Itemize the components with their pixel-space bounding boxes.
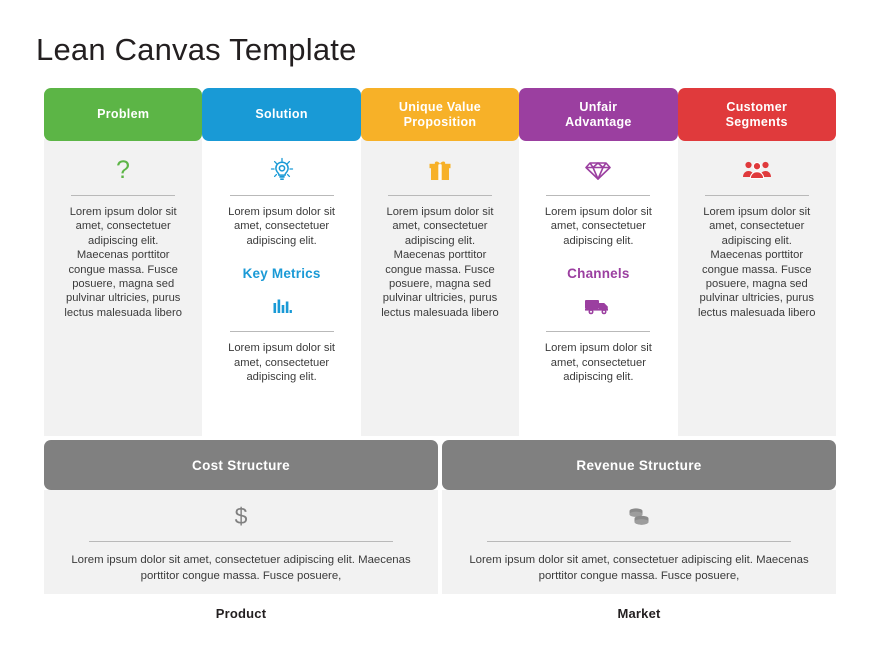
delivery-truck-icon [584,291,612,321]
canvas-bottom-row: Cost Structure $ Lorem ipsum dolor sit a… [44,440,836,594]
section-divider [546,331,651,333]
section-body-revenue-structure: Lorem ipsum dolor sit amet, consectetuer… [442,490,836,594]
column-header-problem-label: Problem [97,107,150,122]
page-title: Lean Canvas Template [36,32,357,67]
column-body-unfair-advantage: Lorem ipsum dolor sit amet, consectetuer… [519,139,678,436]
section-header-cost-structure[interactable]: Cost Structure [44,440,438,490]
section-divider [229,195,334,196]
section-divider [487,541,791,542]
canvas-column-problem: Problem ? Lorem ipsum dolor sit amet, co… [44,88,203,436]
canvas-column-unfair-advantage: Unfair Advantage Lorem ipsum dolor sit a… [519,88,678,436]
column-header-customer-segments[interactable]: Customer Segments [677,88,836,141]
canvas-top-row: Problem ? Lorem ipsum dolor sit amet, co… [44,88,836,436]
canvas-column-solution: Solution Lorem ipsum dolor sit amet, con… [202,88,361,436]
people-group-icon [742,155,772,185]
coins-stack-icon [626,502,652,530]
canvas-section-cost-structure: Cost Structure $ Lorem ipsum dolor sit a… [44,440,438,594]
subsection-title-channels: Channels [567,266,630,282]
column-header-problem[interactable]: Problem [44,88,203,141]
section-divider [229,331,334,333]
subsection-title-key-metrics: Key Metrics [242,266,321,282]
column-header-unfair-advantage[interactable]: Unfair Advantage [519,88,678,141]
column-body-text-uvp: Lorem ipsum dolor sit amet, consectetuer… [381,206,499,319]
canvas-section-revenue-structure: Revenue Structure Lorem ipsum dolor sit … [442,440,836,594]
section-divider [89,541,393,542]
column-body-customer-segments: Lorem ipsum dolor sit amet, consectetuer… [677,139,836,436]
bar-chart-icon [271,291,293,321]
canvas-column-uvp: Unique Value Proposition Lorem ipsum dol… [360,88,520,436]
column-body-text-customer-segments: Lorem ipsum dolor sit amet, consectetuer… [697,206,816,319]
section-body-text-revenue-structure: Lorem ipsum dolor sit amet, consectetuer… [469,554,809,582]
section-body-text-cost-structure: Lorem ipsum dolor sit amet, consectetuer… [71,554,411,582]
lean-canvas: Problem ? Lorem ipsum dolor sit amet, co… [44,88,836,621]
section-divider [704,195,809,196]
subsection-body-text-channels: Lorem ipsum dolor sit amet, consectetuer… [544,342,652,384]
column-body-problem: ? Lorem ipsum dolor sit amet, consectetu… [44,139,203,436]
column-body-text-solution: Lorem ipsum dolor sit amet, consectetuer… [228,206,336,247]
column-body-text-problem: Lorem ipsum dolor sit amet, consectetuer… [64,206,182,319]
gift-box-icon [428,155,452,185]
section-header-revenue-structure-label: Revenue Structure [576,457,702,473]
question-mark-icon: ? [112,155,134,185]
column-body-uvp: Lorem ipsum dolor sit amet, consectetuer… [360,139,520,436]
column-header-unfair-label-line1: Unfair [579,100,618,114]
column-header-customer-label-line1: Customer [726,100,788,114]
section-header-cost-structure-label: Cost Structure [192,457,290,473]
subsection-body-text-key-metrics: Lorem ipsum dolor sit amet, consectetuer… [228,342,336,384]
section-divider [546,195,651,196]
column-header-solution[interactable]: Solution [202,88,361,141]
canvas-footer-row: Product Market [44,606,836,621]
column-header-uvp-label-line2: Proposition [403,114,477,129]
svg-text:?: ? [116,156,130,184]
column-header-unfair-label-line2: Advantage [565,114,632,129]
column-header-solution-label: Solution [255,107,308,122]
column-header-uvp-label-line1: Unique Value [398,100,482,114]
footer-label-market: Market [617,606,661,621]
svg-text:$: $ [235,503,248,529]
section-body-cost-structure: $ Lorem ipsum dolor sit amet, consectetu… [44,490,438,594]
canvas-column-customer-segments: Customer Segments Lorem ipsum dolor sit … [677,88,836,436]
column-header-uvp[interactable]: Unique Value Proposition [360,88,520,141]
lightbulb-icon [269,155,295,185]
section-divider [71,195,176,196]
column-header-customer-label-line2: Segments [725,114,788,129]
footer-label-product: Product [215,606,267,621]
column-body-solution: Lorem ipsum dolor sit amet, consectetuer… [202,139,361,436]
column-body-text-unfair-advantage: Lorem ipsum dolor sit amet, consectetuer… [544,206,652,247]
dollar-sign-icon: $ [231,502,251,530]
section-header-revenue-structure[interactable]: Revenue Structure [442,440,836,490]
section-divider [387,195,492,196]
diamond-gem-icon [585,155,612,185]
